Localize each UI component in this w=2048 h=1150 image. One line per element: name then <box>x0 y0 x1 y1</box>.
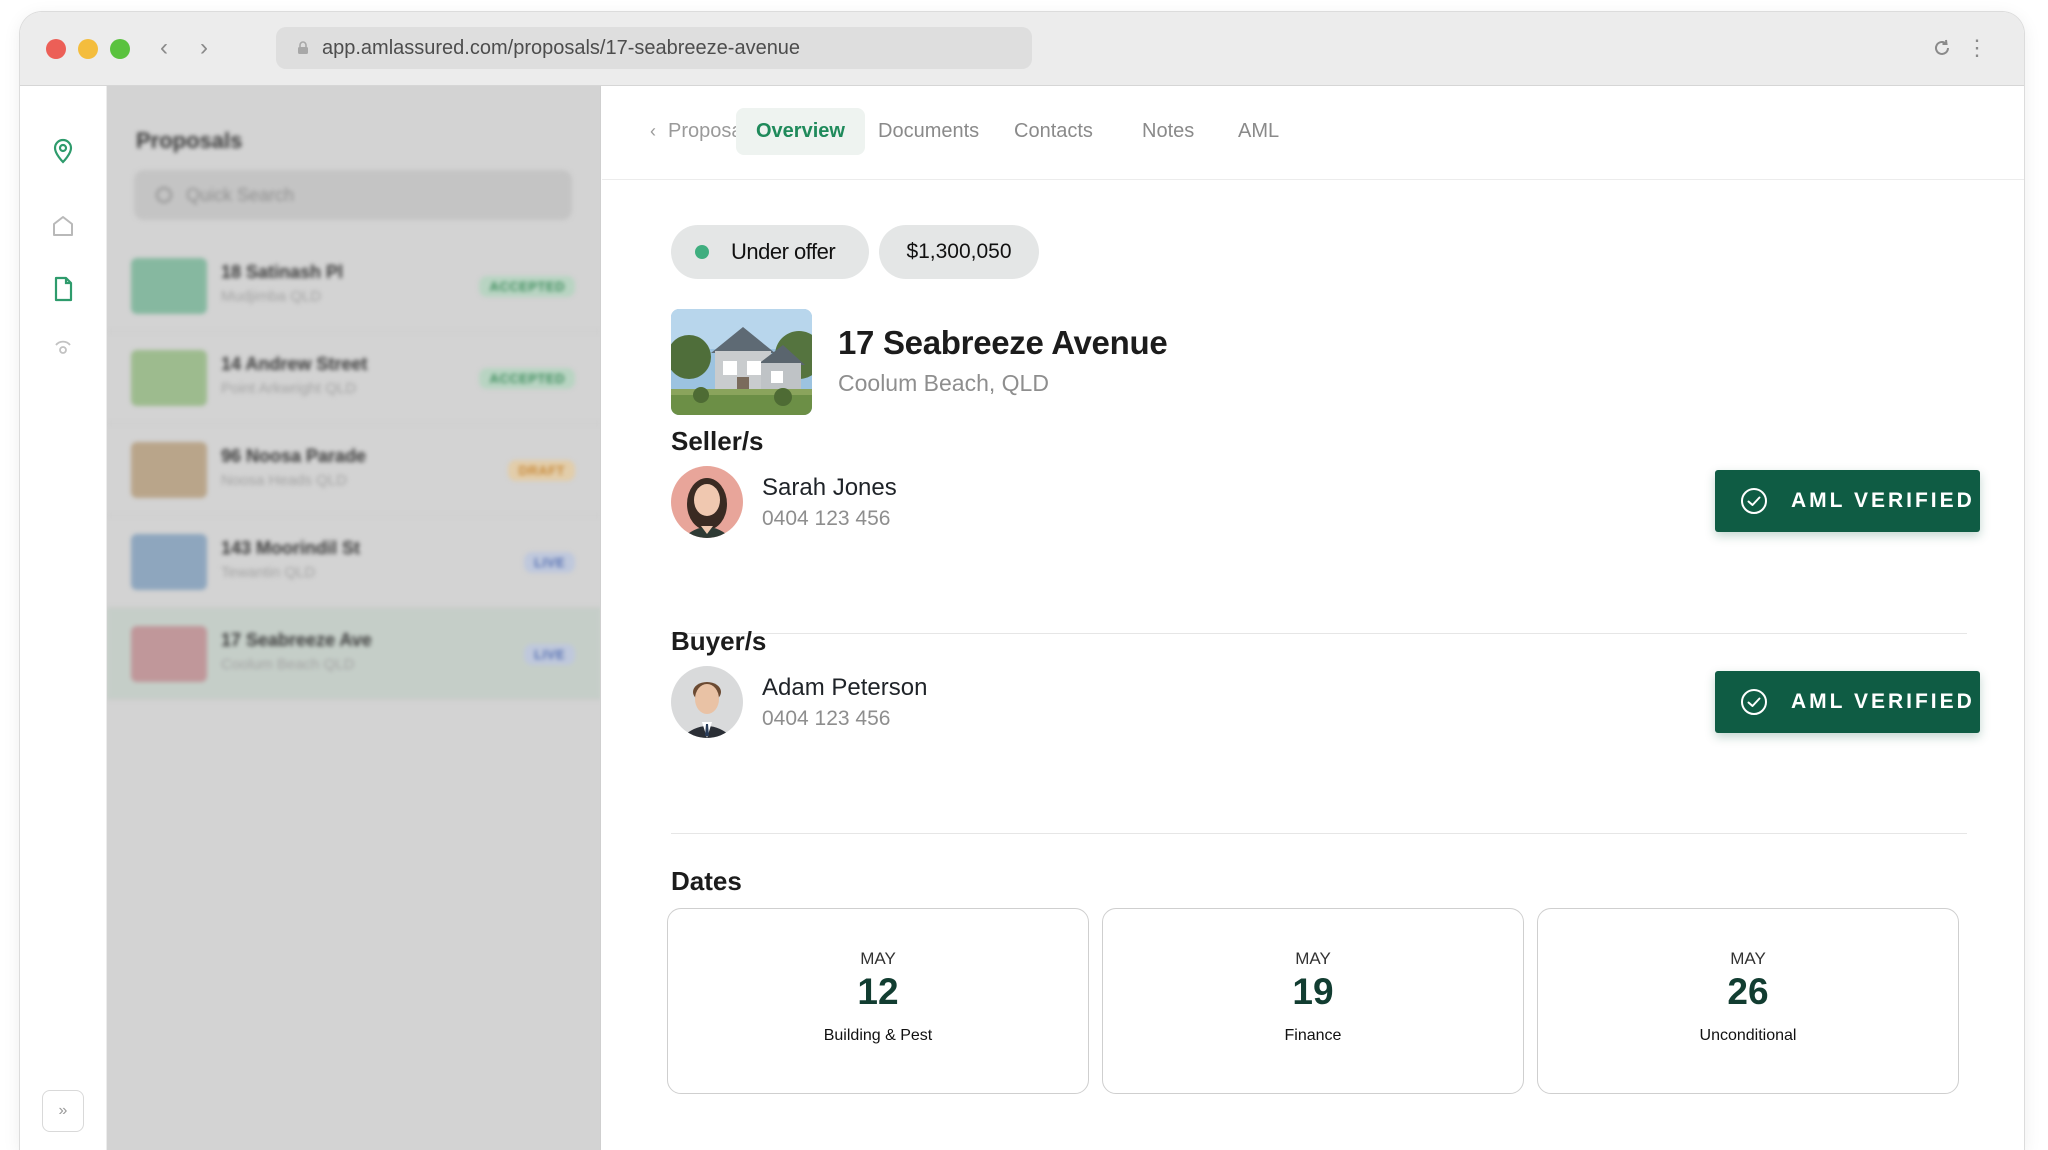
property-suburb: Coolum Beach, QLD <box>838 370 1049 396</box>
property-thumbnail <box>131 442 207 498</box>
date-day: 12 <box>857 971 899 1012</box>
tab-aml[interactable]: AML <box>1238 120 1279 143</box>
date-month: MAY <box>860 949 896 968</box>
lock-icon <box>298 41 308 54</box>
tab-overview[interactable]: Overview <box>736 108 865 155</box>
list-item-suburb: Noosa Heads QLD <box>221 472 347 489</box>
list-item-suburb: Mudjimba QLD <box>221 288 322 305</box>
status-badge: DRAFT <box>508 460 575 481</box>
proposals-list-content: Proposals Quick Search 18 Satinash Pl Mu… <box>107 86 600 1150</box>
property-address: 17 Seabreeze Avenue <box>838 324 1168 361</box>
property-thumbnail <box>131 350 207 406</box>
url-text: app.amlassured.com/proposals/17-seabreez… <box>322 36 801 59</box>
maximize-window-button[interactable] <box>110 39 130 59</box>
buyer-phone: 0404 123 456 <box>762 707 891 730</box>
status-dot-icon <box>695 245 709 259</box>
browser-window: ‹ › app.amlassured.com/proposals/17-seab… <box>20 12 2024 1150</box>
list-item[interactable]: 96 Noosa Parade Noosa Heads QLD DRAFT <box>107 424 600 516</box>
tab-contacts[interactable]: Contacts <box>1014 120 1093 143</box>
price-label: $1,300,050 <box>906 240 1012 263</box>
list-item-name: 18 Satinash Pl <box>221 262 344 282</box>
price-pill: $1,300,050 <box>879 225 1039 279</box>
date-card-unconditional[interactable]: MAY 26 Unconditional <box>1537 908 1959 1094</box>
seller-aml-verified-button[interactable]: AML VERIFIED <box>1715 470 1980 532</box>
date-label: Building & Pest <box>823 1027 933 1044</box>
list-item[interactable]: 17 Seabreeze Ave Coolum Beach QLD LIVE <box>107 608 600 700</box>
sellers-heading: Seller/s <box>671 426 764 456</box>
proposals-list-title: Proposals <box>136 128 243 153</box>
property-photo <box>671 309 812 415</box>
minimize-window-button[interactable] <box>78 39 98 59</box>
status-badge: ACCEPTED <box>479 276 575 297</box>
section-divider <box>671 833 1967 834</box>
check-circle-icon <box>1741 689 1767 715</box>
expand-sidebar-button[interactable]: » <box>42 1090 84 1132</box>
status-pill: Under offer <box>671 225 869 279</box>
buyers-heading: Buyer/s <box>671 626 767 656</box>
browser-titlebar: ‹ › app.amlassured.com/proposals/17-seab… <box>20 12 2024 86</box>
status-badge: ACCEPTED <box>479 368 575 389</box>
date-month: MAY <box>1730 949 1766 968</box>
browser-back-icon[interactable]: ‹ <box>160 34 168 62</box>
list-item-suburb: Tewantin QLD <box>221 564 316 581</box>
list-item-name: 96 Noosa Parade <box>221 446 367 466</box>
date-day: 19 <box>1292 971 1334 1012</box>
seller-phone: 0404 123 456 <box>762 507 891 530</box>
list-item[interactable]: 143 Moorindil St Tewantin QLD LIVE <box>107 516 600 608</box>
list-item-suburb: Coolum Beach QLD <box>221 656 355 673</box>
buyer-avatar <box>671 666 743 738</box>
browser-forward-icon[interactable]: › <box>200 34 208 62</box>
list-item-suburb: Point Arkwright QLD <box>221 380 357 397</box>
list-item[interactable]: 18 Satinash Pl Mudjimba QLD ACCEPTED <box>107 240 600 332</box>
tab-documents[interactable]: Documents <box>878 120 979 143</box>
list-item[interactable]: 14 Andrew Street Point Arkwright QLD ACC… <box>107 332 600 424</box>
seller-avatar <box>671 466 743 538</box>
document-icon[interactable] <box>48 274 78 304</box>
tab-notes[interactable]: Notes <box>1142 120 1194 143</box>
tab-bar: ‹ Proposals Overview Documents Contacts N… <box>602 86 2024 180</box>
proposals-list-panel: Proposals Quick Search 18 Satinash Pl Mu… <box>107 86 601 1150</box>
address-bar[interactable]: app.amlassured.com/proposals/17-seabreez… <box>276 27 1032 69</box>
seller-aml-label: AML VERIFIED <box>1791 489 1975 512</box>
buyer-aml-verified-button[interactable]: AML VERIFIED <box>1715 671 1980 733</box>
settings-icon[interactable] <box>48 333 78 363</box>
chevron-left-icon: ‹ <box>650 121 656 141</box>
close-window-button[interactable] <box>46 39 66 59</box>
more-options-icon[interactable]: ⋮ <box>1966 34 1988 62</box>
list-item-name: 143 Moorindil St <box>221 538 361 558</box>
status-badge: LIVE <box>524 644 575 665</box>
reload-icon[interactable] <box>1930 36 1954 60</box>
date-day: 26 <box>1727 971 1769 1012</box>
dates-heading: Dates <box>671 866 742 896</box>
icon-rail: » <box>20 86 107 1150</box>
home-icon[interactable] <box>48 211 78 241</box>
date-month: MAY <box>1295 949 1331 968</box>
buyer-name: Adam Peterson <box>762 674 928 701</box>
search-icon <box>156 187 172 203</box>
property-thumbnail <box>131 534 207 590</box>
date-card-building-pest[interactable]: MAY 12 Building & Pest <box>667 908 1089 1094</box>
date-label: Unconditional <box>1699 1027 1797 1044</box>
list-item-name: 14 Andrew Street <box>221 354 368 374</box>
property-thumbnail <box>131 626 207 682</box>
date-label: Finance <box>1284 1027 1342 1044</box>
quick-search-placeholder: Quick Search <box>186 184 295 205</box>
date-card-finance[interactable]: MAY 19 Finance <box>1102 908 1524 1094</box>
status-label: Under offer <box>731 239 836 264</box>
property-thumbnail <box>131 258 207 314</box>
check-circle-icon <box>1741 488 1767 514</box>
location-pin-icon[interactable] <box>48 136 78 166</box>
quick-search-input[interactable]: Quick Search <box>134 170 572 220</box>
seller-name: Sarah Jones <box>762 474 897 501</box>
section-divider <box>671 633 1967 634</box>
proposal-detail: ‹ Proposals Overview Documents Contacts N… <box>602 86 2024 1150</box>
buyer-aml-label: AML VERIFIED <box>1791 690 1975 713</box>
list-item-name: 17 Seabreeze Ave <box>221 630 372 650</box>
status-badge: LIVE <box>524 552 575 573</box>
